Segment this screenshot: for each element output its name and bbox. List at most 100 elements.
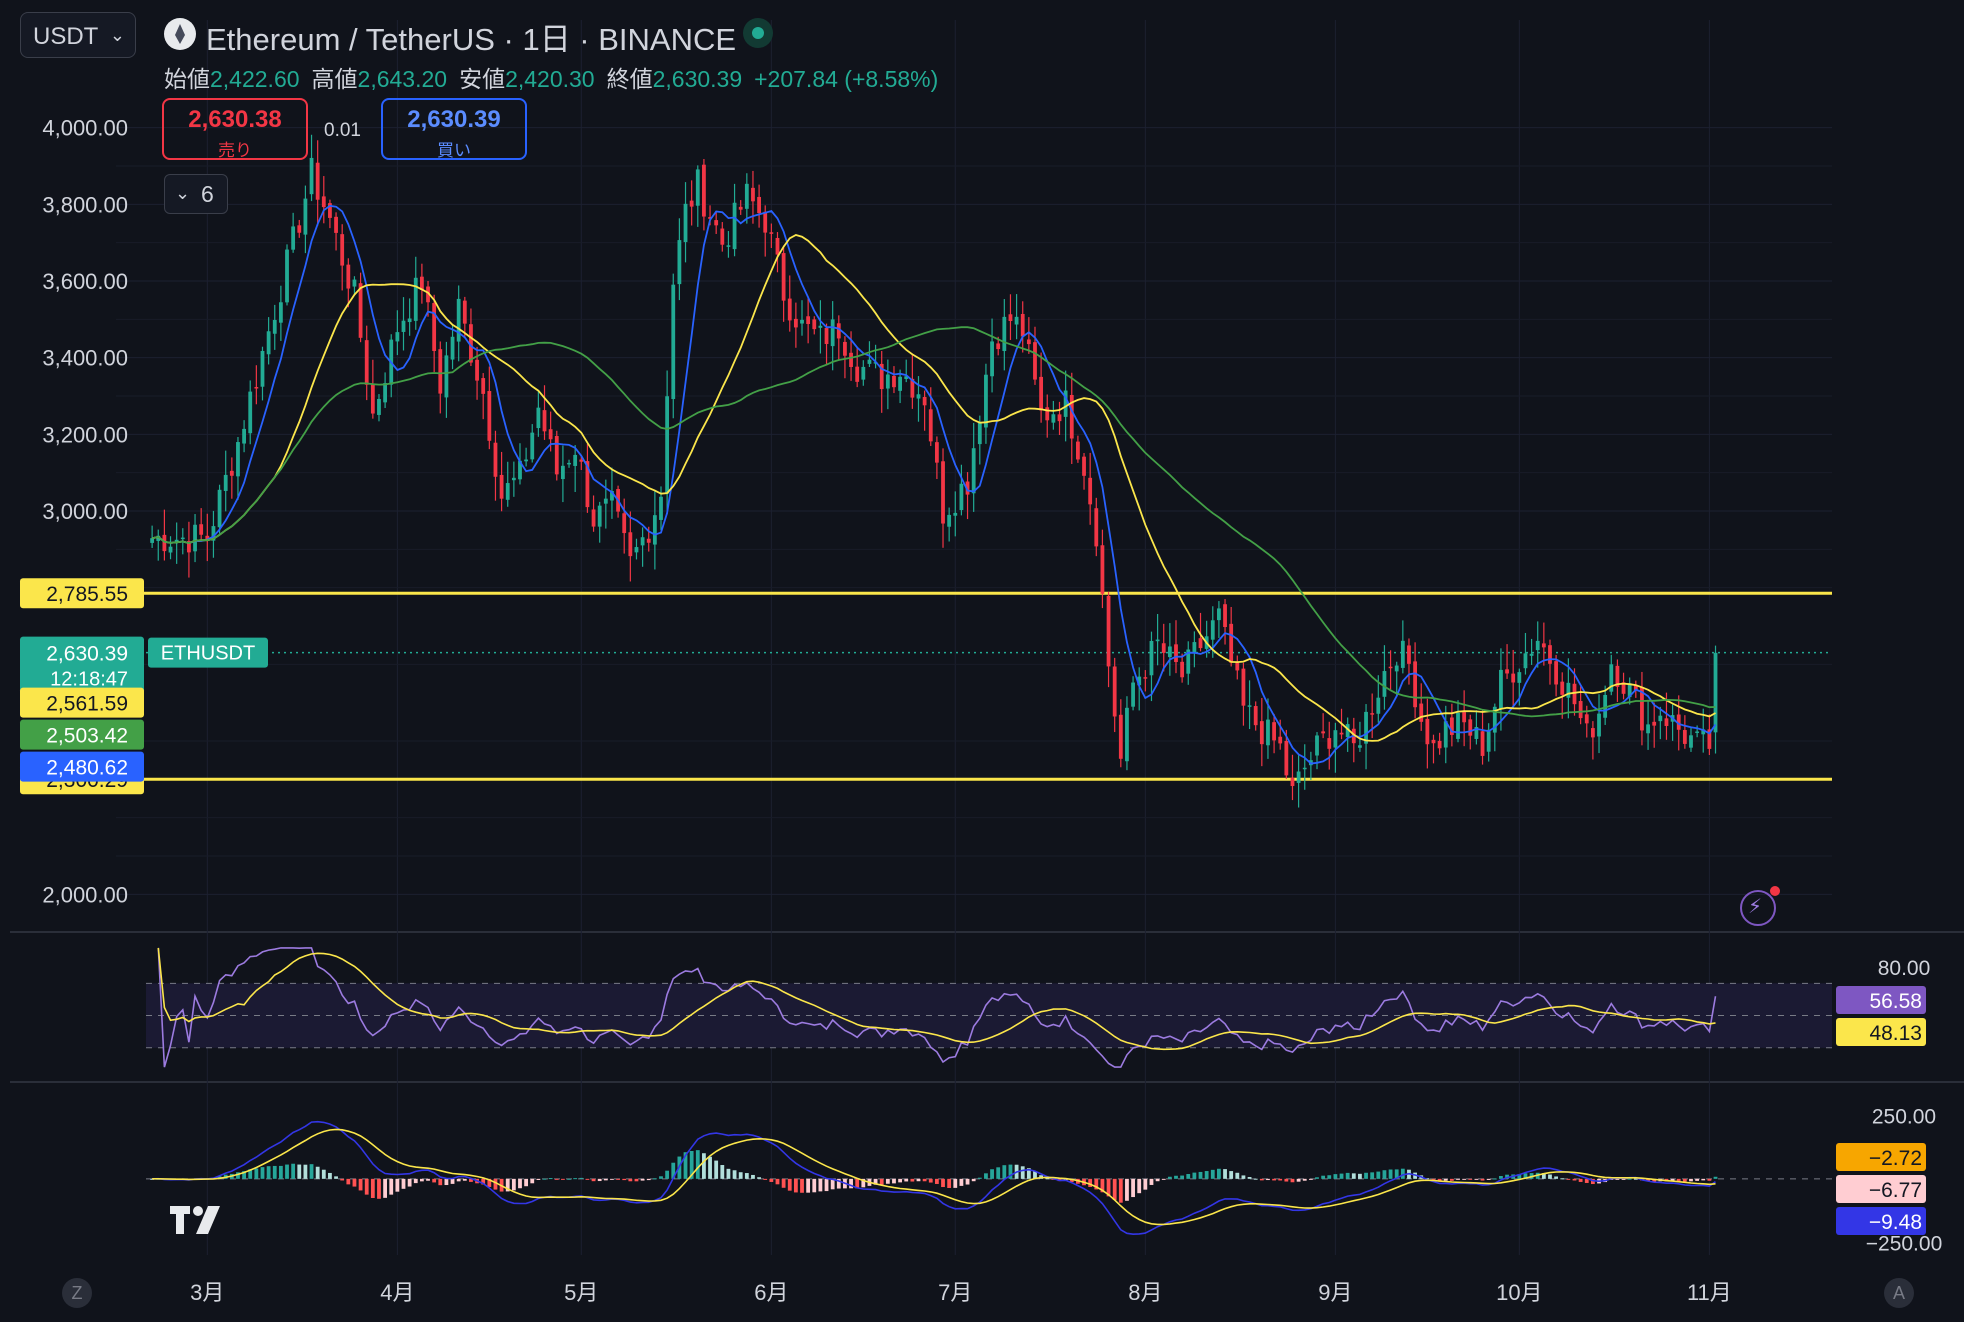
macd-histogram-bar <box>518 1178 522 1189</box>
y-tick-label: 4,000.00 <box>42 116 128 141</box>
indicators-toggle-button[interactable]: ⌄ 6 <box>164 174 228 214</box>
macd-histogram-bar <box>659 1176 663 1179</box>
macd-histogram-bar <box>622 1178 627 1181</box>
candle-body <box>487 391 492 441</box>
candle-body <box>438 349 443 394</box>
macd-histogram-bar <box>714 1160 719 1179</box>
macd-histogram-bar <box>695 1150 700 1179</box>
macd-histogram-bar <box>1339 1173 1344 1179</box>
chevron-down-icon: ⌄ <box>109 25 125 45</box>
macd-histogram-bar <box>824 1178 829 1192</box>
macd-value-text: −9.48 <box>1869 1211 1922 1234</box>
zoom-reset-button[interactable]: Z <box>62 1278 92 1308</box>
macd-histogram-bar <box>1118 1178 1123 1203</box>
macd-histogram-bar <box>1400 1168 1405 1179</box>
macd-histogram-bar <box>1560 1178 1565 1180</box>
macd-histogram-bar <box>462 1178 467 1181</box>
macd-histogram-bar <box>892 1178 896 1184</box>
macd-histogram-bar <box>1345 1172 1350 1179</box>
auto-scale-button[interactable]: A <box>1884 1278 1914 1308</box>
candle-body <box>1284 740 1289 776</box>
change-value: +207.84 (+8.58%) <box>754 66 939 92</box>
last-price-text: 2,630.39 <box>46 643 128 666</box>
candle-body <box>548 429 553 440</box>
candle-body <box>542 410 547 432</box>
candle-body <box>1155 639 1160 642</box>
buy-button[interactable]: 2,630.39 買い <box>381 98 527 160</box>
candle-body <box>524 459 529 462</box>
candle-body <box>242 428 246 444</box>
candle-body <box>168 546 173 553</box>
level-price-text: 2,785.55 <box>46 583 128 606</box>
candle-body <box>665 396 670 494</box>
rsi-value-text: 48.13 <box>1869 1022 1922 1045</box>
sell-button[interactable]: 2,630.38 売り <box>162 98 308 160</box>
candle-body <box>928 409 933 442</box>
y-tick-label: 3,400.00 <box>42 346 128 371</box>
ma-price-text: 2,561.59 <box>46 693 128 716</box>
chevron-down-icon: ⌄ <box>175 183 191 203</box>
macd-histogram-bar <box>1713 1176 1718 1179</box>
macd-histogram-bar <box>542 1178 547 1180</box>
macd-histogram-bar <box>977 1177 982 1179</box>
macd-histogram-bar <box>1137 1178 1142 1194</box>
candle-body <box>199 524 204 535</box>
candle-body <box>383 383 388 403</box>
candle-body <box>1523 653 1528 669</box>
y-tick-label: 2,000.00 <box>42 882 128 907</box>
macd-histogram-bar <box>1474 1178 1479 1180</box>
chart-canvas[interactable]: 3月 4月 5月 6月 7月 8月 9月 10月 11月 4,000.00 3,800.00 3,60… <box>0 0 1964 1322</box>
macd-histogram-bar <box>364 1178 369 1195</box>
ethereum-icon <box>164 18 196 50</box>
candle-body <box>370 384 375 414</box>
candle-body <box>395 332 400 342</box>
currency-select[interactable]: USDT ⌄ <box>20 12 136 58</box>
candle-body <box>554 436 559 475</box>
open-value: 2,422.60 <box>210 66 300 92</box>
macd-histogram-bar <box>941 1178 945 1188</box>
macd-histogram-bar <box>1382 1170 1387 1179</box>
x-tick-label: 10月 <box>1496 1280 1542 1305</box>
macd-histogram-bar <box>585 1178 590 1180</box>
candle-body <box>947 514 952 527</box>
candle-body <box>456 298 461 342</box>
candle-body <box>162 534 167 552</box>
candle-body <box>934 442 939 463</box>
candle-body <box>1266 719 1270 746</box>
macd-histogram-bar <box>567 1178 571 1180</box>
candle-body <box>898 376 903 391</box>
macd-histogram-bar <box>1155 1178 1160 1182</box>
macd-histogram-bar <box>309 1164 314 1179</box>
macd-histogram-bar <box>1088 1178 1093 1188</box>
macd-histogram-bar <box>751 1174 755 1179</box>
symbol-title[interactable]: Ethereum / TetherUS · 1日 · BINANCE <box>206 14 736 59</box>
candle-body <box>1039 376 1044 411</box>
candle-body <box>309 157 314 195</box>
close-label: 終値 <box>606 66 653 92</box>
candle-body <box>1517 672 1522 683</box>
candle-body <box>800 319 804 324</box>
candle-body <box>511 477 516 481</box>
candle-body <box>1578 701 1583 719</box>
candle-body <box>1167 646 1172 658</box>
open-label: 始値 <box>164 66 210 92</box>
candle-body <box>1646 724 1650 734</box>
macd-histogram-bar <box>1241 1175 1246 1179</box>
macd-histogram-bar <box>769 1178 774 1182</box>
candle-body <box>1339 732 1344 735</box>
candle-body <box>1364 711 1368 744</box>
macd-histogram-bar <box>603 1178 608 1181</box>
candle-body <box>1088 477 1093 505</box>
macd-y-tick: −250.00 <box>1866 1232 1943 1255</box>
macd-histogram-bar <box>996 1167 1001 1179</box>
macd-histogram-bar <box>1682 1178 1687 1182</box>
candle-body <box>849 352 853 367</box>
macd-histogram-bar <box>1284 1178 1289 1182</box>
macd-histogram-bar <box>720 1165 725 1179</box>
candle-body <box>1321 731 1326 734</box>
candle-body <box>726 245 731 247</box>
candle-body <box>1425 718 1430 745</box>
candle-body <box>787 298 792 321</box>
flash-alert-icon[interactable] <box>1740 886 1780 926</box>
macd-histogram-bar <box>1235 1172 1240 1179</box>
